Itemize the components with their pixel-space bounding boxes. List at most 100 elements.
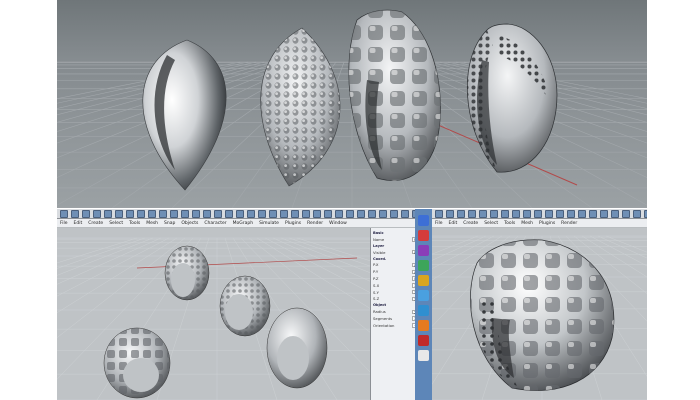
toolbar-button[interactable] bbox=[435, 209, 443, 218]
toolbar-button[interactable] bbox=[644, 209, 647, 218]
toolbar-button[interactable] bbox=[225, 209, 233, 218]
menu-item[interactable]: Render bbox=[561, 221, 577, 226]
toolbar-button[interactable] bbox=[357, 209, 365, 218]
app-icon-red-circle[interactable] bbox=[418, 335, 429, 346]
app-icon-globe[interactable] bbox=[418, 305, 429, 316]
attribute-label: S.Y bbox=[373, 289, 379, 295]
toolbar-button[interactable] bbox=[335, 209, 343, 218]
menu-item[interactable]: Plugins bbox=[285, 221, 301, 226]
menu-item[interactable]: File bbox=[60, 221, 68, 226]
toolbar-button[interactable] bbox=[567, 209, 575, 218]
menu-item[interactable]: Edit bbox=[74, 221, 83, 226]
toolbar-button[interactable] bbox=[490, 209, 498, 218]
toolbar-button[interactable] bbox=[159, 209, 167, 218]
menu-item[interactable]: Render bbox=[307, 221, 323, 226]
toolbar-button[interactable] bbox=[368, 209, 376, 218]
ring-thumb-4[interactable] bbox=[266, 307, 328, 389]
toolbar-button[interactable] bbox=[479, 209, 487, 218]
toolbar-button[interactable] bbox=[258, 209, 266, 218]
ring-thumb-2[interactable] bbox=[219, 275, 271, 337]
toolbar-button[interactable] bbox=[556, 209, 564, 218]
toolbar-button[interactable] bbox=[545, 209, 553, 218]
viewport-perspective-top[interactable] bbox=[57, 0, 647, 208]
toolbar-button[interactable] bbox=[390, 209, 398, 218]
ring-thumb-1[interactable] bbox=[164, 245, 210, 301]
toolbar-button[interactable] bbox=[501, 209, 509, 218]
toolbar-button[interactable] bbox=[589, 209, 597, 218]
toolbar-button[interactable] bbox=[115, 209, 123, 218]
toolbar-button[interactable] bbox=[269, 209, 277, 218]
toolbar-button[interactable] bbox=[446, 209, 454, 218]
menu-item[interactable]: Plugins bbox=[539, 221, 555, 226]
toolbar-button[interactable] bbox=[457, 209, 465, 218]
toolbar-button[interactable] bbox=[534, 209, 542, 218]
toolbar-button[interactable] bbox=[280, 209, 288, 218]
toolbar-button[interactable] bbox=[611, 209, 619, 218]
toolbar-button[interactable] bbox=[468, 209, 476, 218]
menu-item[interactable]: Mesh bbox=[146, 221, 158, 226]
menu-item[interactable]: Window bbox=[329, 221, 347, 226]
menu-item[interactable]: Snap bbox=[164, 221, 175, 226]
toolbar-button[interactable] bbox=[379, 209, 387, 218]
menu-item[interactable]: Objects bbox=[181, 221, 198, 226]
menu-item[interactable]: Mesh bbox=[521, 221, 533, 226]
toolbar-button[interactable] bbox=[622, 209, 630, 218]
toolbar-button[interactable] bbox=[104, 209, 112, 218]
app-icon-red[interactable] bbox=[418, 230, 429, 241]
menu-item[interactable]: Select bbox=[109, 221, 123, 226]
toolbar-button[interactable] bbox=[600, 209, 608, 218]
menu-item[interactable]: Create bbox=[88, 221, 103, 226]
toolbar-button[interactable] bbox=[512, 209, 520, 218]
toolbar-button[interactable] bbox=[302, 209, 310, 218]
toolbar-button[interactable] bbox=[60, 209, 68, 218]
app-icon-bar[interactable] bbox=[415, 209, 432, 400]
toolbar-button[interactable] bbox=[192, 209, 200, 218]
attribute-label: Orientation bbox=[373, 322, 395, 328]
toolbar-button[interactable] bbox=[291, 209, 299, 218]
menu-item[interactable]: MoGraph bbox=[233, 221, 253, 226]
menu-item[interactable]: Create bbox=[463, 221, 478, 226]
menu-item[interactable]: File bbox=[435, 221, 443, 226]
toolbar-button[interactable] bbox=[126, 209, 134, 218]
app-icon-edit[interactable] bbox=[418, 350, 429, 361]
toolbar-button[interactable] bbox=[203, 209, 211, 218]
menu-item[interactable]: Tools bbox=[504, 221, 515, 226]
app-icon-green[interactable] bbox=[418, 260, 429, 271]
toolbar-button[interactable] bbox=[214, 209, 222, 218]
menu-item[interactable]: Simulate bbox=[259, 221, 279, 226]
ring-large-preview[interactable] bbox=[470, 239, 615, 391]
attribute-label: Radius bbox=[373, 309, 386, 315]
toolbar-button[interactable] bbox=[401, 209, 409, 218]
app-icon-orange[interactable] bbox=[418, 320, 429, 331]
toolbar-button[interactable] bbox=[181, 209, 189, 218]
app-icon-purple[interactable] bbox=[418, 245, 429, 256]
toolbar-button[interactable] bbox=[247, 209, 255, 218]
toolbar-button[interactable] bbox=[523, 209, 531, 218]
ring-thumb-3[interactable] bbox=[103, 327, 171, 399]
menu-item[interactable]: Edit bbox=[449, 221, 458, 226]
toolbar-button[interactable] bbox=[148, 209, 156, 218]
app-icon-blue[interactable] bbox=[418, 215, 429, 226]
menubar-left: File Edit Create Select Tools Mesh Snap Objects… bbox=[57, 219, 432, 227]
app-icon-gold[interactable] bbox=[418, 275, 429, 286]
toolbar-button[interactable] bbox=[71, 209, 79, 218]
toolbar-button[interactable] bbox=[633, 209, 641, 218]
menu-item[interactable]: Tools bbox=[129, 221, 140, 226]
toolbar-button[interactable] bbox=[93, 209, 101, 218]
viewport-right[interactable] bbox=[432, 228, 647, 400]
app-icon-chrome[interactable] bbox=[418, 290, 429, 301]
toolbar-button[interactable] bbox=[313, 209, 321, 218]
attribute-label: P.Z bbox=[373, 276, 379, 282]
toolbar-button[interactable] bbox=[346, 209, 354, 218]
toolbar-button[interactable] bbox=[170, 209, 178, 218]
viewport-left[interactable] bbox=[57, 228, 370, 400]
menu-item[interactable]: Select bbox=[484, 221, 498, 226]
toolbar-button[interactable] bbox=[82, 209, 90, 218]
toolbar-button[interactable] bbox=[324, 209, 332, 218]
toolbar-button[interactable] bbox=[236, 209, 244, 218]
toolbar-button[interactable] bbox=[578, 209, 586, 218]
menu-item[interactable]: Character bbox=[204, 221, 226, 226]
app-window-right[interactable]: File Edit Create Select Tools Mesh Plugins Rend… bbox=[432, 209, 647, 400]
toolbar-button[interactable] bbox=[137, 209, 145, 218]
app-window-left[interactable]: File Edit Create Select Tools Mesh Snap Objects… bbox=[57, 209, 432, 400]
